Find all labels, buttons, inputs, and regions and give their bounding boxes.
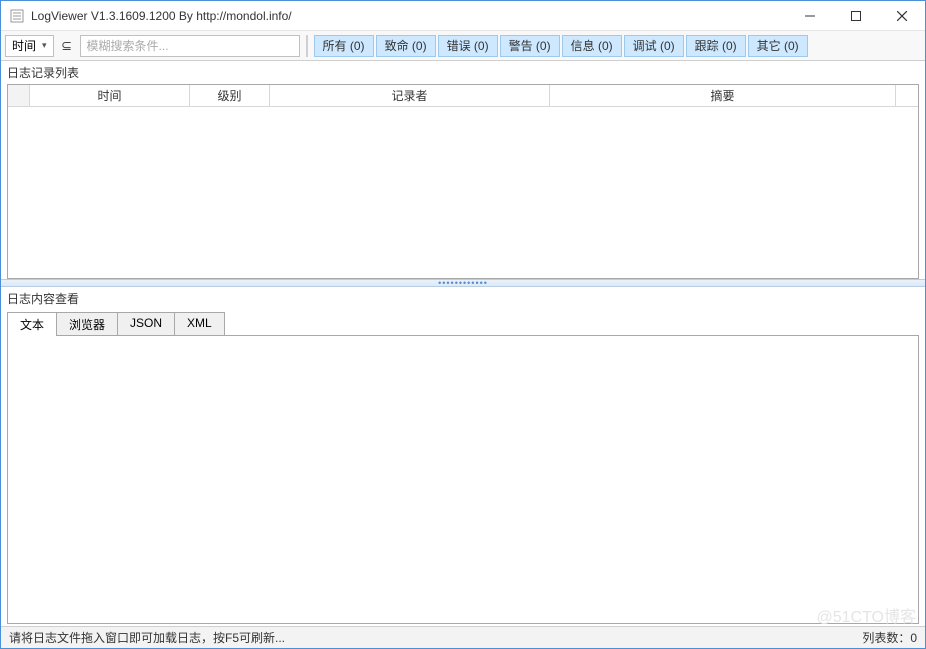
dropdown-arrow-icon: ▾ <box>42 40 47 51</box>
column-logger[interactable]: 记录者 <box>270 85 550 106</box>
horizontal-splitter[interactable]: •••••••••••• <box>1 279 925 287</box>
search-input[interactable] <box>80 35 300 57</box>
content-panel-title: 日志内容查看 <box>1 287 925 310</box>
status-count: 列表数：0 <box>862 629 917 646</box>
filter-label: 跟踪 (0) <box>695 37 737 54</box>
filter-label: 信息 (0) <box>571 37 613 54</box>
tab-xml[interactable]: XML <box>174 312 225 336</box>
column-label: 摘要 <box>710 87 734 104</box>
filter-label: 警告 (0) <box>509 37 551 54</box>
filter-other[interactable]: 其它 (0) <box>748 35 808 57</box>
tab-json[interactable]: JSON <box>117 312 175 336</box>
content-panel: 日志内容查看 文本 浏览器 JSON XML <box>1 287 925 626</box>
filter-label: 其它 (0) <box>757 37 799 54</box>
toolbar-separator <box>306 35 308 57</box>
tab-text[interactable]: 文本 <box>7 312 57 336</box>
filter-trace[interactable]: 跟踪 (0) <box>686 35 746 57</box>
column-label: 级别 <box>217 87 241 104</box>
column-label: 记录者 <box>391 87 427 104</box>
statusbar: 请将日志文件拖入窗口即可加载日志，按F5可刷新... 列表数：0 <box>1 626 925 648</box>
filter-label: 所有 (0) <box>323 37 365 54</box>
content-viewer[interactable] <box>7 335 919 624</box>
status-hint: 请将日志文件拖入窗口即可加载日志，按F5可刷新... <box>9 629 862 646</box>
close-button[interactable] <box>879 1 925 30</box>
app-icon <box>9 8 25 24</box>
filter-label: 调试 (0) <box>633 37 675 54</box>
column-level[interactable]: 级别 <box>190 85 270 106</box>
filter-debug[interactable]: 调试 (0) <box>624 35 684 57</box>
content-tabs: 文本 浏览器 JSON XML <box>7 312 919 336</box>
filter-error[interactable]: 错误 (0) <box>438 35 498 57</box>
field-dropdown[interactable]: 时间 ▾ <box>5 35 54 57</box>
titlebar: LogViewer V1.3.1609.1200 By http://mondo… <box>1 1 925 31</box>
row-header-corner <box>8 85 30 106</box>
tab-browser[interactable]: 浏览器 <box>56 312 118 336</box>
filter-label: 致命 (0) <box>385 37 427 54</box>
contains-mode-button[interactable]: ⊆ <box>56 35 78 57</box>
toolbar: 时间 ▾ ⊆ 所有 (0) 致命 (0) 错误 (0) 警告 (0) 信息 (0… <box>1 31 925 61</box>
grid-header: 时间 级别 记录者 摘要 <box>8 85 918 107</box>
filter-info[interactable]: 信息 (0) <box>562 35 622 57</box>
window-controls <box>787 1 925 30</box>
tab-label: 浏览器 <box>69 318 105 332</box>
filter-all[interactable]: 所有 (0) <box>314 35 374 57</box>
window-title: LogViewer V1.3.1609.1200 By http://mondo… <box>31 9 787 23</box>
maximize-button[interactable] <box>833 1 879 30</box>
minimize-button[interactable] <box>787 1 833 30</box>
grid-body[interactable] <box>8 107 918 278</box>
contains-symbol: ⊆ <box>61 38 72 54</box>
column-time[interactable]: 时间 <box>30 85 190 106</box>
column-tail <box>896 85 918 106</box>
filter-fatal[interactable]: 致命 (0) <box>376 35 436 57</box>
filter-label: 错误 (0) <box>447 37 489 54</box>
field-dropdown-label: 时间 <box>12 37 36 54</box>
tab-label: XML <box>187 316 212 330</box>
records-grid[interactable]: 时间 级别 记录者 摘要 <box>7 84 919 279</box>
records-panel: 日志记录列表 时间 级别 记录者 摘要 <box>1 61 925 279</box>
tab-label: 文本 <box>20 318 44 332</box>
filter-warn[interactable]: 警告 (0) <box>500 35 560 57</box>
records-panel-title: 日志记录列表 <box>1 61 925 84</box>
column-summary[interactable]: 摘要 <box>550 85 896 106</box>
main-area: 日志记录列表 时间 级别 记录者 摘要 •••••••••••• 日志内容查看 … <box>1 61 925 626</box>
tab-label: JSON <box>130 316 162 330</box>
column-label: 时间 <box>97 87 121 104</box>
